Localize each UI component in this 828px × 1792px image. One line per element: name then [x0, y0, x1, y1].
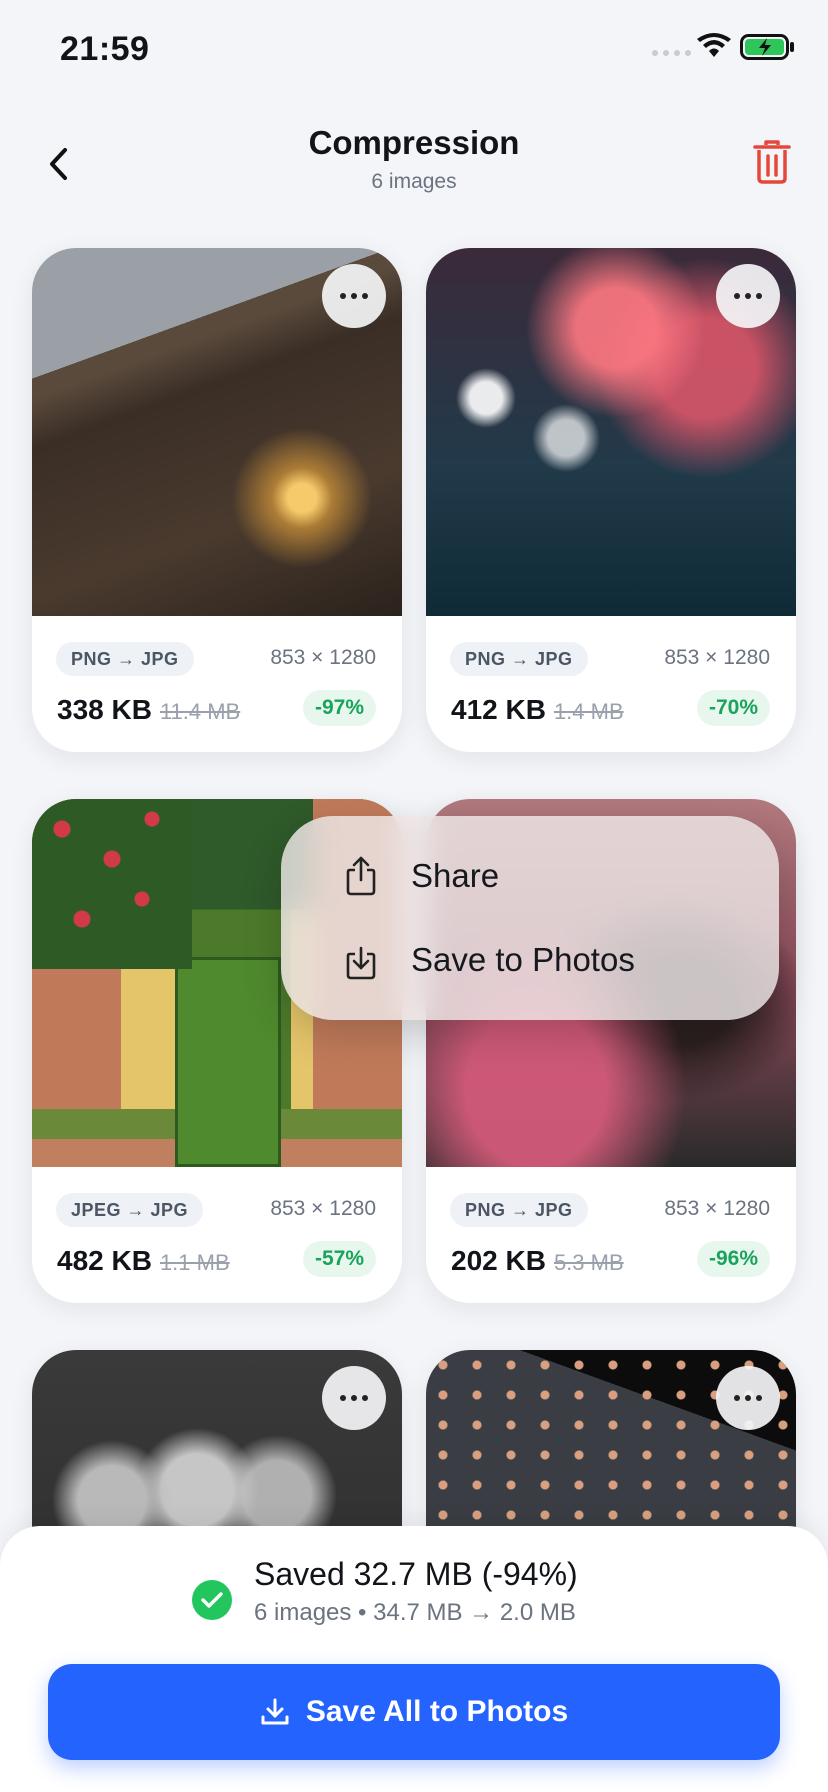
new-size-value: 482 KB — [57, 1245, 152, 1276]
battery-charging-icon — [740, 34, 794, 60]
original-size: 1.1 MB — [159, 1250, 230, 1275]
checkmark-icon — [192, 1580, 232, 1620]
format-badge: PNG → JPG — [450, 1193, 588, 1227]
saved-amount: Saved 32.7 MB (-94%) — [254, 1556, 578, 1592]
share-menu-item[interactable]: Share — [341, 856, 499, 896]
image-dimensions: 853 × 1280 — [664, 646, 770, 669]
card-info: PNG → JPG 853 × 1280 412 KB 1.4 MB -70% — [426, 616, 796, 752]
format-badge: PNG → JPG — [56, 642, 194, 676]
wifi-icon — [697, 33, 731, 57]
reduction-badge: -96% — [696, 1241, 770, 1277]
page-subtitle: 6 images — [371, 170, 457, 193]
more-options-button[interactable] — [716, 1366, 780, 1430]
photo-door — [175, 957, 281, 1167]
original-size: 5.3 MB — [553, 1250, 624, 1275]
more-options-button[interactable] — [322, 264, 386, 328]
save-to-photos-label: Save to Photos — [411, 941, 635, 978]
reduction-badge: -97% — [302, 690, 376, 726]
card-info: PNG → JPG 853 × 1280 338 KB 11.4 MB -97% — [32, 616, 402, 752]
share-icon — [341, 856, 381, 896]
status-bar: 21:59 — [0, 0, 828, 100]
trash-icon — [753, 140, 791, 184]
more-options-button[interactable] — [716, 264, 780, 328]
download-icon — [261, 1698, 289, 1725]
cellular-signal-icon — [652, 50, 691, 56]
page-title: Compression — [308, 124, 520, 161]
reduction-badge: -70% — [696, 690, 770, 726]
saved-detail: 6 images • 34.7 MB → 2.0 MB — [254, 1599, 576, 1626]
image-card[interactable]: PNG → JPG 853 × 1280 338 KB 11.4 MB -97% — [32, 248, 402, 752]
context-menu: Share Save to Photos — [281, 816, 779, 1020]
image-dimensions: 853 × 1280 — [664, 1197, 770, 1220]
new-size-value: 412 KB — [451, 694, 546, 725]
summary-sheet: Saved 32.7 MB (-94%) 6 images • 34.7 MB … — [0, 1526, 828, 1792]
new-size-value: 202 KB — [451, 1245, 546, 1276]
reduction-badge: -57% — [302, 1241, 376, 1277]
save-all-button[interactable]: Save All to Photos — [48, 1664, 780, 1760]
format-badge: JPEG → JPG — [56, 1193, 204, 1227]
image-thumbnail[interactable] — [426, 248, 796, 616]
more-icon — [338, 1395, 371, 1401]
image-dimensions: 853 × 1280 — [270, 646, 376, 669]
status-time: 21:59 — [60, 30, 150, 68]
image-dimensions: 853 × 1280 — [270, 1197, 376, 1220]
card-info: PNG → JPG 853 × 1280 202 KB 5.3 MB -96% — [426, 1167, 796, 1303]
delete-button[interactable] — [748, 134, 796, 190]
save-to-photos-icon — [341, 940, 381, 980]
format-badge: PNG → JPG — [450, 642, 588, 676]
new-size: 202 KB 5.3 MB — [451, 1245, 624, 1277]
save-all-label: Save All to Photos — [305, 1695, 569, 1728]
image-card[interactable]: PNG → JPG 853 × 1280 412 KB 1.4 MB -70% — [426, 248, 796, 752]
new-size: 338 KB 11.4 MB — [57, 694, 240, 726]
more-icon — [732, 293, 765, 299]
savings-summary: Saved 32.7 MB (-94%) 6 images • 34.7 MB … — [192, 1556, 578, 1627]
share-label: Share — [411, 857, 500, 894]
original-size: 1.4 MB — [553, 699, 624, 724]
photo-roses — [32, 799, 192, 969]
card-info: JPEG → JPG 853 × 1280 482 KB 1.1 MB -57% — [32, 1167, 402, 1303]
save-to-photos-menu-item[interactable]: Save to Photos — [341, 940, 635, 980]
image-thumbnail[interactable] — [32, 248, 402, 616]
new-size-value: 338 KB — [57, 694, 152, 725]
header: Compression 6 images — [0, 100, 828, 220]
new-size: 482 KB 1.1 MB — [57, 1245, 230, 1277]
new-size: 412 KB 1.4 MB — [451, 694, 624, 726]
more-icon — [732, 1395, 765, 1401]
original-size: 11.4 MB — [159, 699, 241, 724]
more-icon — [338, 293, 371, 299]
more-options-button[interactable] — [322, 1366, 386, 1430]
